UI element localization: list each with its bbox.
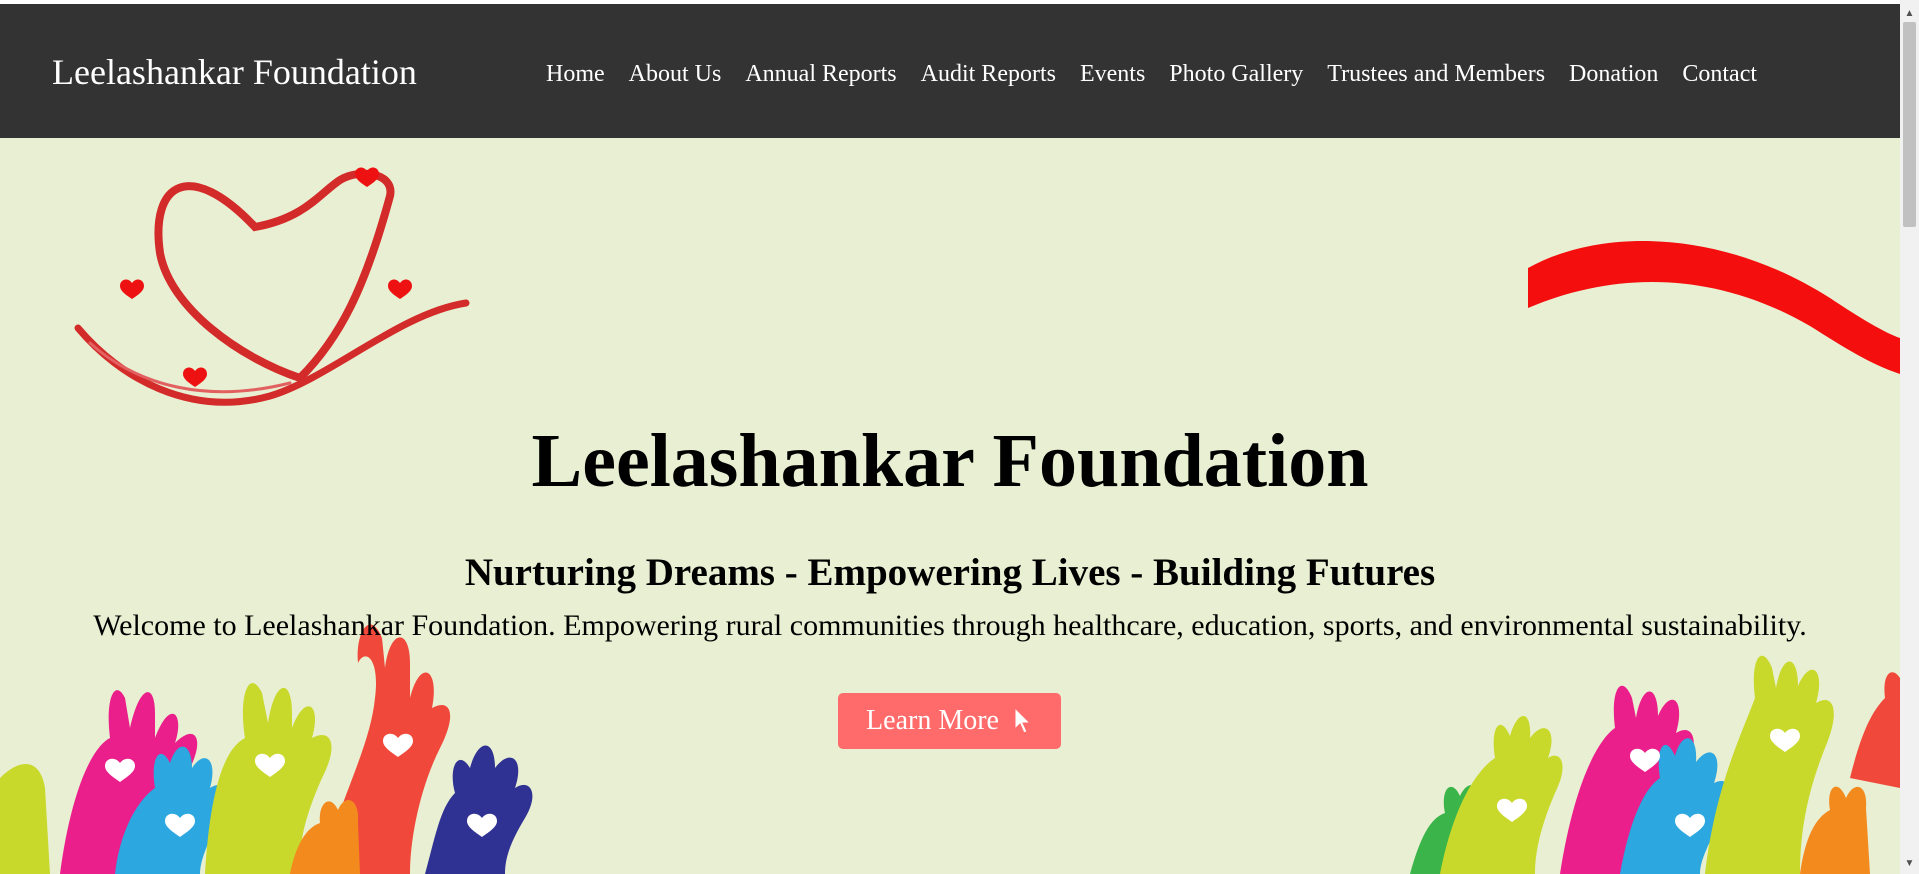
scroll-up-arrow-icon[interactable]: ▲ bbox=[1900, 4, 1919, 22]
cursor-pointer-icon bbox=[1014, 707, 1032, 734]
learn-more-button[interactable]: Learn More bbox=[838, 693, 1061, 749]
raised-hands-left-illustration bbox=[0, 624, 533, 874]
hero-title: Leelashankar Foundation bbox=[531, 419, 1369, 503]
nav-item-events[interactable]: Events bbox=[1068, 56, 1157, 92]
nav-item-donation[interactable]: Donation bbox=[1557, 56, 1670, 92]
hero-description: Welcome to Leelashankar Foundation. Empo… bbox=[93, 609, 1807, 642]
ribbon-right-illustration bbox=[1528, 240, 1900, 374]
brand-logo-text[interactable]: Leelashankar Foundation bbox=[52, 51, 417, 93]
main-nav: Home About Us Annual Reports Audit Repor… bbox=[534, 56, 1769, 92]
raised-hands-right-illustration bbox=[1410, 655, 1900, 874]
hero-section: Leelashankar Foundation Nurturing Dreams… bbox=[0, 138, 1900, 874]
nav-item-contact[interactable]: Contact bbox=[1670, 56, 1769, 92]
navbar: Leelashankar Foundation Home About Us An… bbox=[0, 4, 1900, 138]
nav-item-photo-gallery[interactable]: Photo Gallery bbox=[1157, 56, 1315, 92]
nav-item-audit-reports[interactable]: Audit Reports bbox=[909, 56, 1068, 92]
scroll-down-arrow-icon[interactable]: ▼ bbox=[1900, 854, 1919, 872]
hero-background-illustration bbox=[0, 167, 1900, 874]
vertical-scrollbar[interactable]: ▲ ▼ bbox=[1900, 0, 1919, 874]
nav-item-home[interactable]: Home bbox=[534, 56, 617, 92]
nav-item-annual-reports[interactable]: Annual Reports bbox=[733, 56, 908, 92]
nav-item-about-us[interactable]: About Us bbox=[617, 56, 734, 92]
hero-subtitle: Nurturing Dreams - Empowering Lives - Bu… bbox=[464, 551, 1436, 594]
learn-more-label: Learn More bbox=[866, 705, 999, 736]
nav-item-trustees-and-members[interactable]: Trustees and Members bbox=[1315, 56, 1557, 92]
scrollbar-thumb[interactable] bbox=[1903, 22, 1916, 227]
